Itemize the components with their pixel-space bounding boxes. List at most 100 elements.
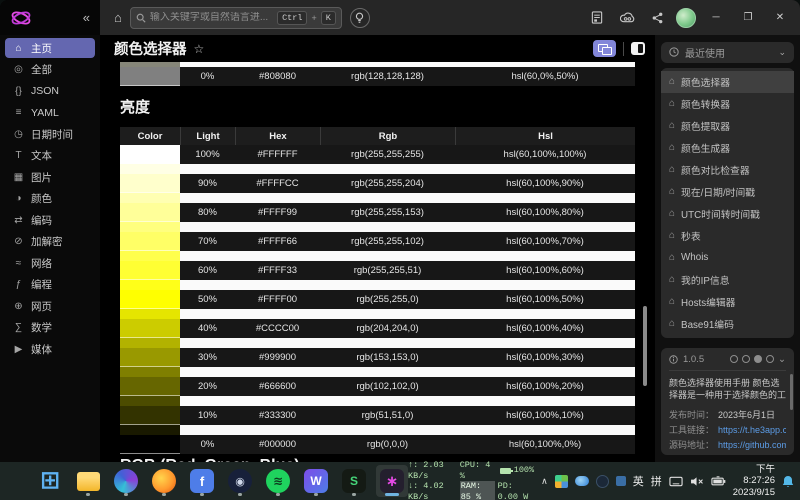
- github-icon[interactable]: [754, 355, 762, 363]
- pip-mode-button[interactable]: [593, 40, 616, 57]
- recent-tool-item[interactable]: ⌂ 秒表: [661, 225, 794, 247]
- sidebar-item[interactable]: ƒ 编程: [5, 275, 95, 295]
- sidebar-item[interactable]: ⇄ 编码: [5, 210, 95, 230]
- tray-app-colorgrid[interactable]: [555, 475, 568, 488]
- recent-tool-item[interactable]: ⌂ 颜色对比检查器: [661, 159, 794, 181]
- light-cell: 10%: [180, 406, 235, 425]
- upload-speed: ↑: 2.03 KB/s: [408, 460, 453, 481]
- taskbar-app-button[interactable]: ⊞: [34, 465, 66, 497]
- notification-bell-icon[interactable]: [782, 475, 794, 488]
- battery-tray-icon[interactable]: [711, 476, 726, 486]
- tip-button[interactable]: [350, 8, 370, 28]
- search-box[interactable]: Ctrl + K: [130, 7, 342, 29]
- taskbar-app-button[interactable]: W: [300, 465, 332, 497]
- taskbar-app-button[interactable]: S: [338, 465, 370, 497]
- meta-value[interactable]: 2023年6月1日: [718, 408, 775, 423]
- sidebar-item[interactable]: ⌂ 主页: [5, 38, 95, 58]
- system-monitor-widget[interactable]: CPU: 4 %100% RAM: 85 %PD: 0.00 W: [460, 460, 534, 500]
- meta-value[interactable]: https://github.com...: [718, 438, 786, 453]
- globe-icon[interactable]: [742, 355, 750, 363]
- taskbar-app-button[interactable]: [110, 465, 142, 497]
- recent-tool-item[interactable]: ⌂ 现在/日期/时间戳: [661, 181, 794, 203]
- recent-tool-label: UTC时间转时间戳: [681, 207, 760, 221]
- sidebar-item[interactable]: ⊕ 网页: [5, 296, 95, 316]
- content-scrollbar-thumb[interactable]: [643, 306, 647, 386]
- sidebar-item[interactable]: ≡ YAML: [5, 103, 95, 123]
- taskbar-app-button[interactable]: ≋: [262, 465, 294, 497]
- document-scroll-area[interactable]: 0% #808080 rgb(128,128,128) hsl(60,0%,50…: [100, 62, 655, 462]
- sidebar-item[interactable]: {} JSON: [5, 81, 95, 101]
- hsl-cell: hsl(60,100%,50%): [455, 290, 635, 309]
- ime-language-indicator[interactable]: 英: [633, 473, 644, 489]
- hsl-cell: hsl(60,100%,90%): [455, 174, 635, 193]
- sync-button[interactable]: [616, 7, 638, 29]
- sidebar-item[interactable]: T 文本: [5, 146, 95, 166]
- chevron-down-icon[interactable]: ⌄: [778, 354, 786, 365]
- sidebar-item[interactable]: ≈ 网络: [5, 253, 95, 273]
- sidebar-item[interactable]: ▦ 图片: [5, 167, 95, 187]
- time-label: 下午 8:27:26: [733, 464, 775, 487]
- changelog-button[interactable]: [586, 7, 608, 29]
- history-icon[interactable]: [730, 355, 738, 363]
- close-button[interactable]: ✕: [768, 12, 792, 23]
- hsl-cell: hsl(60,100%,30%): [455, 348, 635, 367]
- recent-tool-item[interactable]: ⌂ UTC时间转时间戳: [661, 203, 794, 225]
- share-button[interactable]: [646, 7, 668, 29]
- collapse-sidebar-button[interactable]: «: [83, 10, 90, 25]
- table-row: 20% #666600 rgb(102,102,0) hsl(60,100%,2…: [120, 377, 635, 396]
- tray-app-mini[interactable]: [616, 476, 626, 486]
- clock-widget[interactable]: 下午 8:27:26 2023/9/15: [733, 464, 775, 499]
- taskbar-app-button[interactable]: ∗: [376, 465, 408, 497]
- tray-app-cloud[interactable]: [575, 476, 589, 486]
- ram-usage: RAM: 85 %: [460, 481, 495, 500]
- sidebar-item[interactable]: ⊘ 加解密: [5, 232, 95, 252]
- recent-tool-item[interactable]: ⌂ 颜色提取器: [661, 115, 794, 137]
- search-input[interactable]: [150, 12, 273, 23]
- restore-button[interactable]: ❐: [736, 12, 760, 23]
- meta-value[interactable]: https://github.com...: [718, 453, 786, 455]
- recent-tool-item[interactable]: ⌂ Whois: [661, 247, 794, 269]
- touch-keyboard-icon[interactable]: [669, 476, 683, 487]
- meta-value[interactable]: https://t.he3app.co...: [718, 423, 786, 438]
- recent-tool-item[interactable]: ⌂ 颜色选择器: [661, 71, 794, 93]
- speaker-muted-icon[interactable]: [690, 476, 704, 487]
- hsl-cell: hsl(60,100%,80%): [455, 203, 635, 222]
- sidebar-item-icon: ▦: [13, 172, 24, 183]
- sidebar-item[interactable]: ∑ 数学: [5, 318, 95, 338]
- page-title: 颜色选择器: [114, 38, 187, 59]
- recent-tool-item[interactable]: ⌂ Hosts编辑器: [661, 291, 794, 313]
- recent-tool-item[interactable]: ⌂ 颜色转换器: [661, 93, 794, 115]
- tray-app-steam[interactable]: [596, 475, 609, 488]
- user-avatar[interactable]: [676, 8, 696, 28]
- taskbar-app-button[interactable]: [148, 465, 180, 497]
- taskbar-app-button[interactable]: [72, 465, 104, 497]
- network-speed-widget[interactable]: ↑: 2.03 KB/s ↓: 4.02 KB/s: [408, 460, 453, 500]
- right-panel-toggle-button[interactable]: [631, 42, 645, 55]
- minimize-button[interactable]: ─: [704, 12, 728, 23]
- sidebar-item[interactable]: ▶ 媒体: [5, 339, 95, 359]
- stripe-row: [120, 222, 635, 232]
- taskbar-app-button[interactable]: ◉: [224, 465, 256, 497]
- sidebar-item[interactable]: ◎ 全部: [5, 60, 95, 80]
- running-indicator: [238, 493, 242, 496]
- recent-tool-item[interactable]: ⌂ Base91编码: [661, 313, 794, 335]
- hex-cell: #FFFFFF: [235, 145, 320, 164]
- sidebar-item[interactable]: ◷ 日期时间: [5, 124, 95, 144]
- recent-tool-label: Hosts编辑器: [681, 295, 735, 309]
- color-swatch: [120, 261, 180, 280]
- favorite-star-icon[interactable]: ☆: [194, 42, 205, 56]
- check-icon[interactable]: [766, 355, 774, 363]
- recent-tool-item[interactable]: ⌂ 我的IP信息: [661, 269, 794, 291]
- light-cell: 0%: [180, 67, 235, 86]
- recent-header-card[interactable]: 最近使用 ⌄: [661, 42, 794, 63]
- color-swatch: [120, 377, 180, 396]
- sidebar-item[interactable]: ◑ 颜色: [5, 189, 95, 209]
- taskbar-app-button[interactable]: f: [186, 465, 218, 497]
- recent-tool-item[interactable]: ⌂ 颜色生成器: [661, 137, 794, 159]
- home-icon[interactable]: ⌂: [114, 10, 122, 25]
- tray-overflow-button[interactable]: ∧: [541, 476, 548, 487]
- info-scrollbar-thumb[interactable]: [790, 374, 793, 410]
- color-swatch: [120, 203, 180, 222]
- ime-pinyin-indicator[interactable]: 拼: [651, 473, 662, 489]
- sidebar-item-icon: ∑: [13, 322, 24, 333]
